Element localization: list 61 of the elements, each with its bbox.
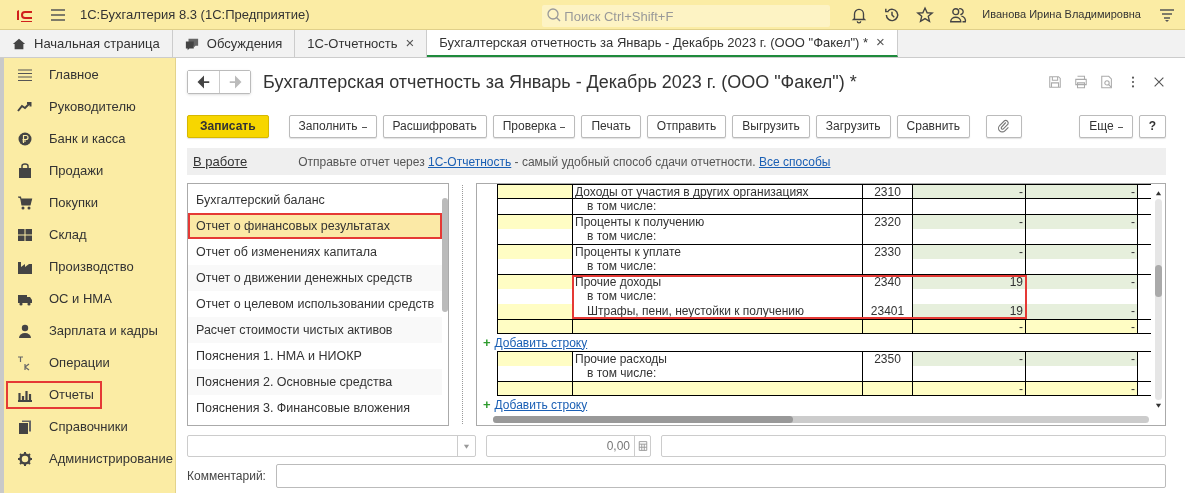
- add-row-link[interactable]: Добавить строку: [494, 397, 588, 412]
- amount-field[interactable]: 0,00: [486, 435, 651, 457]
- grid-cell[interactable]: -: [1025, 304, 1138, 319]
- sidebar-item[interactable]: Главное: [8, 63, 105, 87]
- tab[interactable]: Начальная страница: [0, 30, 173, 57]
- grid-cell[interactable]: -: [1025, 352, 1138, 366]
- section-item[interactable]: Отчет о финансовых результатах: [188, 213, 443, 239]
- user-name[interactable]: Иванова Ирина Владимировна: [982, 6, 1141, 23]
- save-button[interactable]: Записать: [187, 114, 269, 138]
- toolbar-button[interactable]: Сравнить: [896, 114, 971, 138]
- grid-cell[interactable]: -: [912, 215, 1025, 229]
- toolbar-button[interactable]: Печать: [581, 114, 641, 138]
- section-item[interactable]: Расчет стоимости чистых активов: [188, 317, 443, 343]
- toolbar-button[interactable]: Загрузить: [815, 114, 891, 138]
- toolbar-button[interactable]: Проверка: [492, 114, 576, 138]
- sidebar-item[interactable]: Администрирование: [8, 447, 179, 471]
- sidebar-item[interactable]: Продажи: [8, 159, 110, 183]
- close-icon[interactable]: ×: [876, 31, 885, 54]
- tab[interactable]: Обсуждения: [172, 30, 296, 57]
- sidebar-item[interactable]: Отчеты: [8, 383, 100, 407]
- sidebar-item[interactable]: Зарплата и кадры: [8, 319, 164, 343]
- sidebar-item[interactable]: Банк и касса: [8, 127, 132, 151]
- grid-cell[interactable]: -: [1025, 215, 1138, 229]
- link[interactable]: Все способы: [758, 154, 831, 169]
- search-field[interactable]: Поиск Ctrl+Shift+F: [542, 5, 831, 27]
- toolbar-button[interactable]: Заполнить: [288, 114, 377, 138]
- help-button[interactable]: ?: [1138, 114, 1166, 138]
- comment-label: Комментарий:: [187, 468, 266, 485]
- sidebar-item[interactable]: Справочники: [8, 415, 134, 439]
- tab[interactable]: Бухгалтерская отчетность за Январь - Декабрь 2023 г. (ООО "Факел") * ×: [427, 30, 898, 57]
- plus-icon[interactable]: +: [483, 335, 491, 350]
- section-item[interactable]: Пояснения 2. Основные средства: [188, 369, 443, 395]
- grid-cell[interactable]: -: [1025, 185, 1138, 198]
- link[interactable]: 1С-Отчетность: [428, 154, 512, 169]
- sidebar-item[interactable]: Руководителю: [8, 95, 142, 119]
- toolbar-button[interactable]: Выгрузить: [732, 114, 810, 138]
- grid-cell[interactable]: -: [912, 352, 1025, 366]
- grid-cell[interactable]: -: [912, 245, 1025, 259]
- grid-cell[interactable]: -: [912, 320, 1025, 333]
- grid-cell[interactable]: -: [1025, 275, 1138, 289]
- grid-cell[interactable]: -: [912, 382, 1025, 395]
- info-message: Отправьте отчет через 1С-Отчетность - самый удобный способ сдачи отчетности. Все способы: [298, 153, 831, 171]
- sidebar-item[interactable]: Операции: [8, 351, 116, 375]
- grid-cell[interactable]: -: [1025, 382, 1138, 395]
- grid-cell[interactable]: -: [1025, 320, 1138, 333]
- toolbar-button[interactable]: Отправить: [646, 114, 727, 138]
- plus-icon[interactable]: +: [483, 397, 491, 412]
- toolbar-button[interactable]: Еще: [1079, 114, 1133, 138]
- sidebar-item[interactable]: ОС и НМА: [8, 287, 118, 311]
- sidebar-item[interactable]: Склад: [8, 223, 93, 247]
- grid-cell[interactable]: -: [1025, 245, 1138, 259]
- app-title: 1С:Бухгалтерия 8.3 (1С:Предприятие): [80, 5, 310, 24]
- status-link[interactable]: В работе: [193, 151, 248, 172]
- close-icon[interactable]: ×: [405, 32, 415, 55]
- toolbar-button[interactable]: Расшифровать: [382, 114, 487, 138]
- sidebar-item[interactable]: Покупки: [8, 191, 104, 215]
- form-title: Бухгалтерская отчетность за Январь - Декабрь 2023 г. (ООО "Факел") *: [263, 70, 857, 94]
- add-row-link[interactable]: Добавить строку: [494, 335, 588, 350]
- section-item[interactable]: Отчет о движении денежных средств: [188, 265, 443, 291]
- sidebar-item[interactable]: Производство: [8, 255, 140, 279]
- grid-cell[interactable]: -: [912, 185, 1025, 198]
